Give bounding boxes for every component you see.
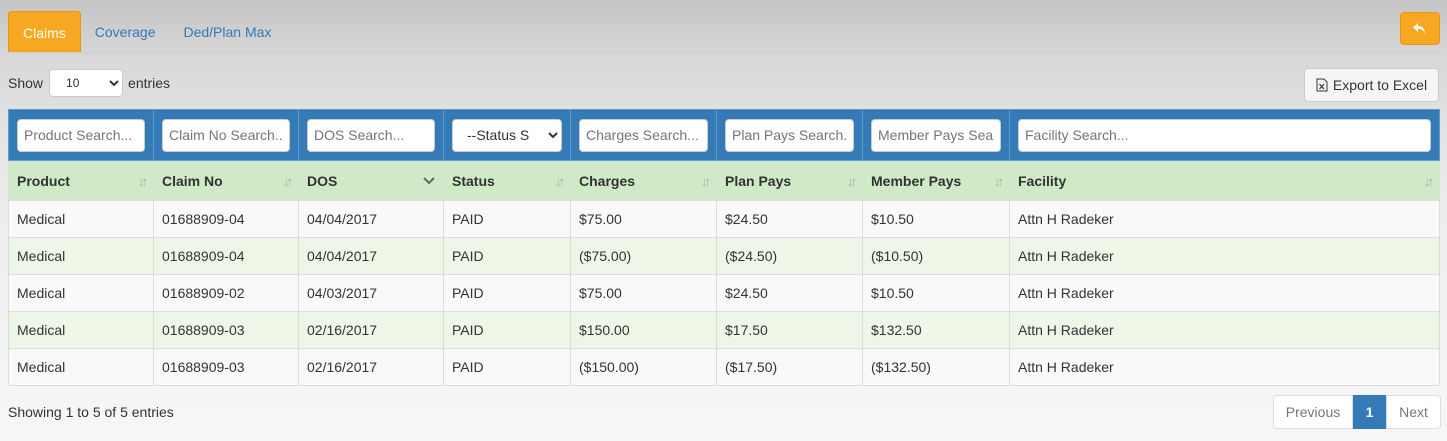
cell-claim-no: 01688909-02 [153, 274, 299, 312]
cell-status: PAID [443, 200, 571, 238]
undo-arrow-icon [1413, 22, 1425, 34]
column-header-claim-no[interactable]: Claim No ↓↑ [153, 160, 299, 201]
table-info: Showing 1 to 5 of 5 entries [8, 404, 174, 420]
plan-pays-search-input[interactable] [725, 118, 854, 152]
column-header-label: Claim No [162, 172, 223, 189]
cell-claim-no: 01688909-04 [153, 200, 299, 238]
tab-bar: Claims Coverage Ded/Plan Max [8, 11, 285, 53]
cell-dos: 02/16/2017 [298, 348, 444, 386]
column-header-status[interactable]: Status ↓↑ [443, 160, 571, 201]
cell-dos: 04/04/2017 [298, 200, 444, 238]
tab-claims[interactable]: Claims [8, 11, 81, 53]
cell-claim-no: 01688909-03 [153, 348, 299, 386]
sort-icon: ↓↑ [138, 174, 148, 189]
cell-product: Medical [8, 348, 154, 386]
column-header-label: Facility [1018, 172, 1067, 189]
entries-label: entries [128, 75, 171, 91]
cell-member-pays: $132.50 [862, 311, 1010, 349]
claims-table: --Status S Product ↓↑ Claim No ↓↑ DOS Stat… [8, 109, 1440, 386]
table-row: Medical 01688909-04 04/04/2017 PAID ($75… [8, 237, 1440, 275]
claim-no-search-input[interactable] [162, 118, 290, 152]
cell-facility: Attn H Radeker [1009, 311, 1440, 349]
column-header-label: Charges [579, 172, 636, 189]
cell-claim-no: 01688909-04 [153, 237, 299, 275]
cell-charges: $75.00 [570, 200, 717, 238]
export-label: Export to Excel [1332, 77, 1428, 93]
sort-icon: ↓↑ [283, 174, 293, 189]
cell-status: PAID [443, 311, 571, 349]
dos-search-input[interactable] [307, 118, 435, 152]
cell-member-pays: $10.50 [862, 200, 1010, 238]
entries-length-control: Show 10 entries [8, 69, 170, 97]
cell-dos: 04/04/2017 [298, 237, 444, 275]
table-row: Medical 01688909-03 02/16/2017 PAID $150… [8, 311, 1440, 349]
cell-plan-pays: ($24.50) [716, 237, 863, 275]
cell-member-pays: ($132.50) [862, 348, 1010, 386]
cell-status: PAID [443, 274, 571, 312]
cell-dos: 04/03/2017 [298, 274, 444, 312]
header-row: Product ↓↑ Claim No ↓↑ DOS Status ↓↑ Charge… [8, 160, 1440, 201]
cell-facility: Attn H Radeker [1009, 348, 1440, 386]
cell-claim-no: 01688909-03 [153, 311, 299, 349]
cell-facility: Attn H Radeker [1009, 274, 1440, 312]
cell-dos: 02/16/2017 [298, 311, 444, 349]
cell-charges: $150.00 [570, 311, 717, 349]
column-header-dos[interactable]: DOS [298, 160, 444, 201]
column-header-label: Status [452, 172, 495, 189]
export-to-excel-button[interactable]: Export to Excel [1304, 68, 1439, 102]
page-1-button[interactable]: 1 [1353, 395, 1386, 429]
tab-coverage[interactable]: Coverage [81, 11, 170, 53]
table-row: Medical 01688909-02 04/03/2017 PAID $75.… [8, 274, 1440, 312]
column-header-label: Member Pays [871, 172, 962, 189]
cell-plan-pays: ($17.50) [716, 348, 863, 386]
table-row: Medical 01688909-04 04/04/2017 PAID $75.… [8, 200, 1440, 238]
cell-charges: ($150.00) [570, 348, 717, 386]
charges-search-input[interactable] [579, 118, 708, 152]
tab-ded-plan-max[interactable]: Ded/Plan Max [169, 11, 285, 53]
cell-member-pays: $10.50 [862, 274, 1010, 312]
status-filter-select[interactable]: --Status S [452, 118, 562, 152]
tab-divider [8, 52, 1439, 53]
column-header-product[interactable]: Product ↓↑ [8, 160, 154, 201]
pagination: Previous 1 Next [1273, 395, 1441, 429]
excel-file-icon [1316, 78, 1328, 92]
back-button[interactable] [1400, 12, 1440, 45]
column-header-charges[interactable]: Charges ↓↑ [570, 160, 717, 201]
cell-facility: Attn H Radeker [1009, 237, 1440, 275]
product-search-input[interactable] [17, 118, 145, 152]
column-header-label: Product [17, 172, 70, 189]
column-header-facility[interactable]: Facility ↓↑ [1009, 160, 1440, 201]
cell-status: PAID [443, 237, 571, 275]
table-row: Medical 01688909-03 02/16/2017 PAID ($15… [8, 348, 1440, 386]
cell-plan-pays: $24.50 [716, 200, 863, 238]
cell-status: PAID [443, 348, 571, 386]
cell-member-pays: ($10.50) [862, 237, 1010, 275]
cell-facility: Attn H Radeker [1009, 200, 1440, 238]
column-header-plan-pays[interactable]: Plan Pays ↓↑ [716, 160, 863, 201]
sort-descending-icon [423, 173, 435, 188]
cell-product: Medical [8, 200, 154, 238]
filter-row: --Status S [8, 109, 1440, 161]
next-page-button[interactable]: Next [1386, 395, 1441, 429]
sort-icon: ↓↑ [847, 174, 857, 189]
cell-product: Medical [8, 274, 154, 312]
facility-search-input[interactable] [1018, 118, 1431, 152]
entries-select[interactable]: 10 [49, 69, 124, 97]
cell-plan-pays: $17.50 [716, 311, 863, 349]
cell-charges: $75.00 [570, 274, 717, 312]
cell-product: Medical [8, 311, 154, 349]
column-header-label: DOS [307, 172, 338, 189]
cell-product: Medical [8, 237, 154, 275]
column-header-label: Plan Pays [725, 172, 792, 189]
column-header-member-pays[interactable]: Member Pays ↓↑ [862, 160, 1010, 201]
show-label: Show [8, 75, 44, 91]
previous-page-button[interactable]: Previous [1273, 395, 1353, 429]
sort-icon: ↓↑ [994, 174, 1004, 189]
sort-icon: ↓↑ [1424, 174, 1434, 189]
sort-icon: ↓↑ [701, 174, 711, 189]
cell-plan-pays: $24.50 [716, 274, 863, 312]
cell-charges: ($75.00) [570, 237, 717, 275]
member-pays-search-input[interactable] [871, 118, 1001, 152]
sort-icon: ↓↑ [555, 174, 565, 189]
